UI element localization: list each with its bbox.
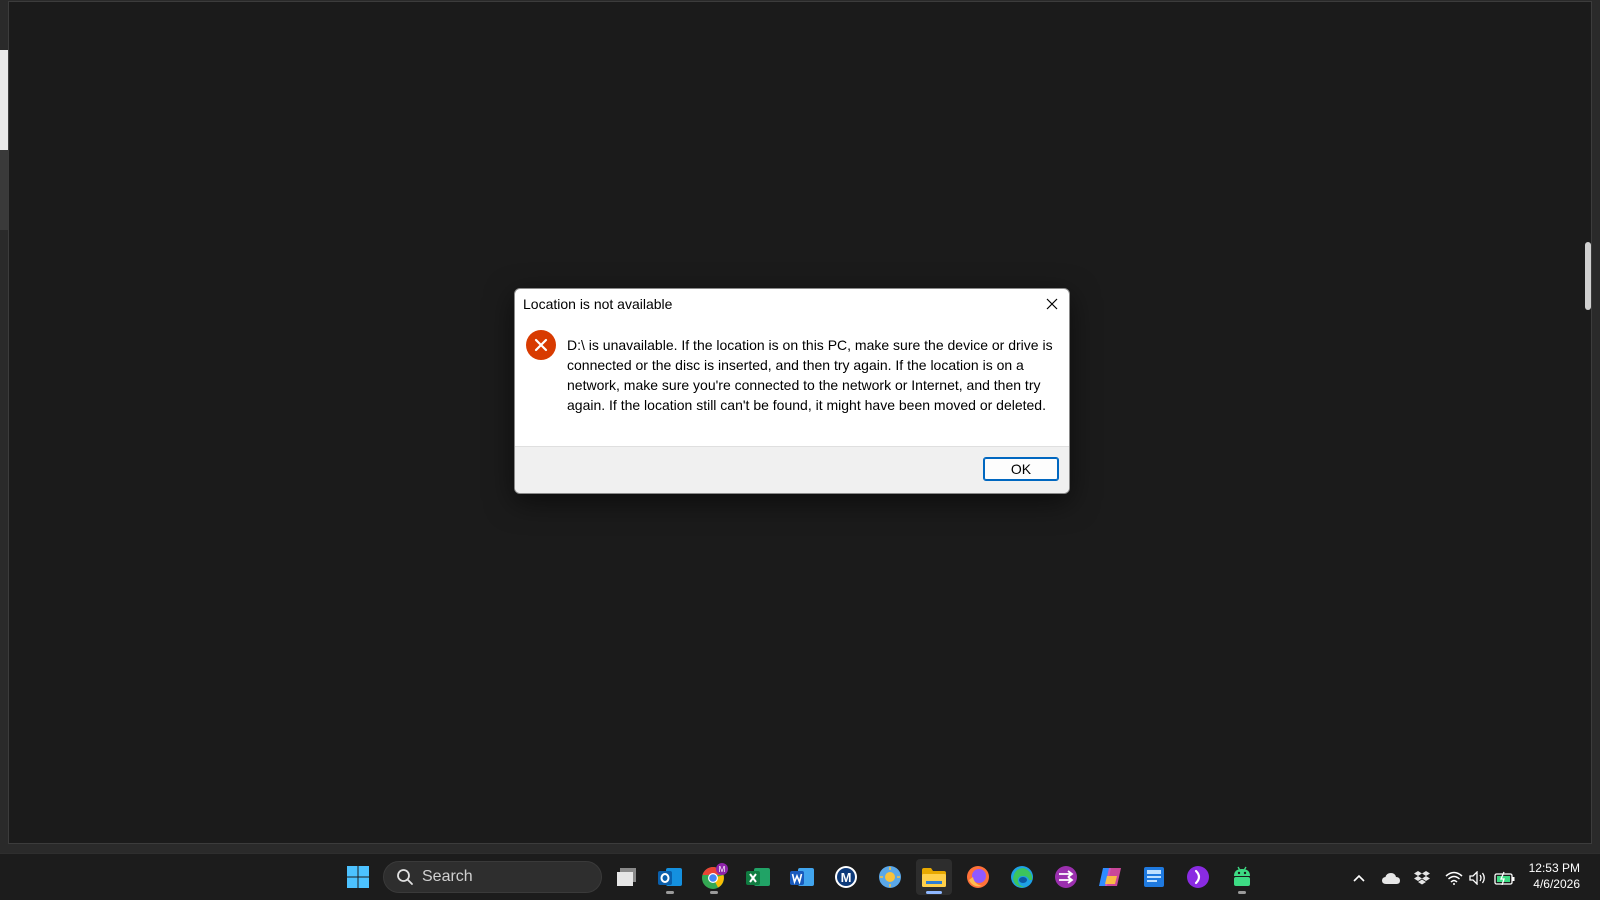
dialog-titlebar[interactable]: Location is not available <box>515 289 1069 319</box>
battery-charging-icon <box>1494 871 1515 885</box>
background-window-edge-lower <box>0 150 8 230</box>
chrome-button[interactable]: M <box>696 859 732 895</box>
android-icon <box>1234 866 1250 886</box>
running-indicator <box>666 891 674 894</box>
media-app-button[interactable] <box>1180 859 1216 895</box>
excel-icon <box>746 868 770 886</box>
battery-tray-button[interactable] <box>1494 867 1516 889</box>
close-icon <box>1046 298 1058 310</box>
windows-logo-icon <box>347 866 369 888</box>
taskbar: Search M M 12:53 PM 4/6/2026 <box>0 853 1600 900</box>
store-app-icon <box>1144 867 1164 887</box>
volume-icon <box>1469 871 1485 885</box>
active-indicator <box>926 891 942 894</box>
sun-app-button[interactable] <box>872 859 908 895</box>
file-explorer-button[interactable] <box>916 859 952 895</box>
dropbox-tray-button[interactable] <box>1411 867 1433 889</box>
svg-text:M: M <box>841 870 852 885</box>
firefox-button[interactable] <box>960 859 996 895</box>
task-view-button[interactable] <box>609 859 645 895</box>
malwarebytes-button[interactable]: M <box>828 859 864 895</box>
media-app-icon <box>1187 866 1209 888</box>
search-icon <box>397 869 413 885</box>
dialog-message: D:\ is unavailable. If the location is o… <box>567 337 1053 413</box>
show-hidden-icons-button[interactable] <box>1348 867 1370 889</box>
search-label: Search <box>422 868 473 885</box>
volume-tray-button[interactable] <box>1467 867 1489 889</box>
sun-app-icon <box>879 866 901 888</box>
power-automate-button[interactable] <box>1048 859 1084 895</box>
start-button[interactable] <box>340 859 376 895</box>
clock-date: 4/6/2026 <box>1533 877 1580 891</box>
store-app-button[interactable] <box>1136 859 1172 895</box>
onedrive-tray-button[interactable] <box>1380 867 1402 889</box>
malwarebytes-icon: M <box>835 866 857 888</box>
dialog-body: D:\ is unavailable. If the location is o… <box>515 319 1069 447</box>
clock-time: 12:53 PM <box>1528 861 1580 875</box>
ok-button[interactable]: OK <box>983 457 1059 481</box>
wifi-icon <box>1445 871 1463 885</box>
error-dialog: Location is not available D:\ is unavail… <box>514 288 1070 494</box>
folder-icon <box>922 868 946 887</box>
running-indicator <box>710 891 718 894</box>
excel-button[interactable] <box>740 859 776 895</box>
word-icon <box>790 868 814 886</box>
android-app-button[interactable] <box>1224 859 1260 895</box>
clock[interactable]: 12:53 PM 4/6/2026 <box>1529 860 1580 892</box>
dialog-footer: OK <box>515 446 1069 493</box>
wifi-tray-button[interactable] <box>1443 867 1465 889</box>
edge-button[interactable] <box>1004 859 1040 895</box>
onedrive-icon <box>1382 873 1400 884</box>
outlook-button[interactable] <box>652 859 688 895</box>
chevron-up-icon <box>1353 874 1365 882</box>
task-view-icon <box>617 868 636 886</box>
running-indicator <box>1238 891 1246 894</box>
copilot-button[interactable] <box>1092 859 1128 895</box>
chrome-icon: M <box>702 863 728 889</box>
copilot-icon <box>1099 868 1121 886</box>
outlook-icon <box>658 868 682 886</box>
scrollbar[interactable] <box>1585 242 1591 310</box>
firefox-icon <box>967 866 989 888</box>
background-window-edge <box>0 50 8 150</box>
close-button[interactable] <box>1039 291 1065 317</box>
word-button[interactable] <box>784 859 820 895</box>
error-icon <box>526 330 556 360</box>
dropbox-icon <box>1414 871 1430 885</box>
svg-text:M: M <box>719 865 726 874</box>
dialog-title: Location is not available <box>523 296 673 312</box>
power-automate-icon <box>1055 866 1077 888</box>
edge-icon <box>1011 866 1033 888</box>
search-input[interactable]: Search <box>383 861 602 893</box>
